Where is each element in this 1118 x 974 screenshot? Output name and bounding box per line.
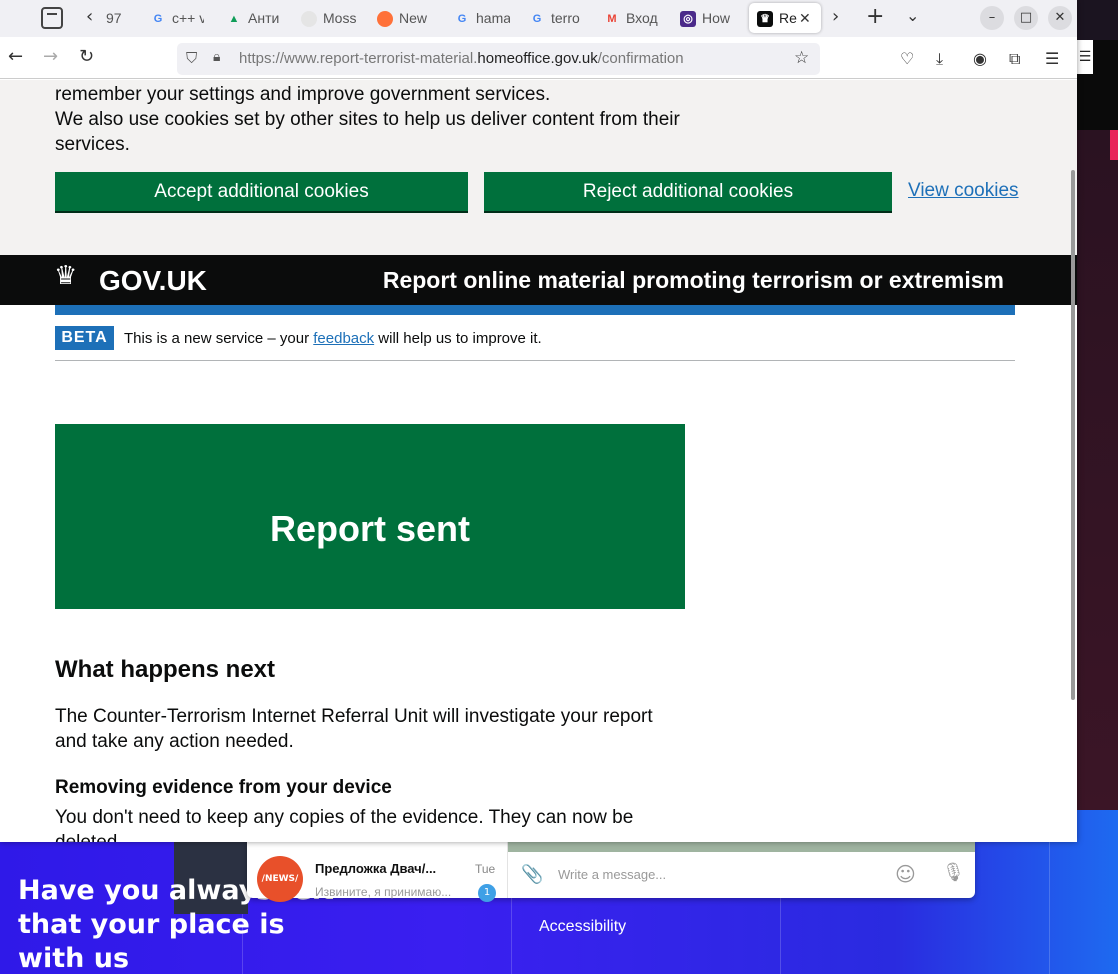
chat-name: Предложка Двач/... <box>315 861 437 876</box>
cookie-text-line: remember your settings and improve gover… <box>55 84 551 105</box>
download-icon[interactable]: ⤓ <box>936 49 943 69</box>
scrollbar[interactable] <box>1071 170 1075 700</box>
govuk-logo[interactable]: GOV.UK <box>99 265 207 297</box>
chevron-left-icon[interactable]: ‹ <box>86 6 93 27</box>
tab[interactable]: Moss <box>301 3 357 33</box>
phase-text: This is a new service – your feedback wi… <box>124 330 542 347</box>
back-icon[interactable]: ← <box>8 46 23 67</box>
tab-label: 97 <box>106 10 122 26</box>
close-window-icon[interactable]: ✕ <box>1048 6 1072 30</box>
lock-icon[interactable]: 🔒︎ <box>213 49 220 65</box>
cookie-banner: remember your settings and improve gover… <box>0 80 1077 255</box>
tab[interactable]: Gc++ v <box>150 3 204 33</box>
google-icon: G <box>153 13 163 26</box>
firefox-icon <box>377 11 393 28</box>
confirmation-title: Report sent <box>269 508 471 549</box>
tab[interactable]: Gterro <box>529 3 585 33</box>
tab-label: Re <box>779 10 797 26</box>
tab-label: hama <box>476 10 510 26</box>
chevron-right-icon[interactable]: › <box>832 6 839 27</box>
tab[interactable]: M Вход <box>604 3 662 33</box>
tab-label: c++ v <box>172 10 204 26</box>
gmail-icon: M <box>607 13 617 26</box>
cookie-text-line: We also use cookies set by other sites t… <box>55 109 680 130</box>
tab-active[interactable]: ♛ Re ✕ <box>749 3 821 33</box>
confirmation-panel: Report sent <box>55 424 685 609</box>
govuk-crown-icon: ♛ <box>757 11 773 28</box>
maximize-icon[interactable]: □ <box>1014 6 1038 30</box>
feedback-link[interactable]: feedback <box>313 330 374 347</box>
body-paragraph: You don't need to keep any copies of the… <box>55 807 634 842</box>
avatar: /NEWS/ <box>257 856 303 902</box>
background-panel <box>1077 130 1118 810</box>
tab-list-icon[interactable] <box>41 7 63 29</box>
url-prefix: https://www.report-terrorist-material. <box>239 50 478 67</box>
message-input[interactable]: Write a message... <box>558 867 666 882</box>
browser-window: ‹ 97 Gc++ v ▲ Анти Moss New Ghama Gterro … <box>0 0 1077 842</box>
emoji-icon[interactable]: ☺ <box>895 862 916 886</box>
pocket-icon[interactable]: ♡ <box>900 49 914 68</box>
hamburger-icon[interactable]: ☰ <box>1077 40 1093 74</box>
tab-label: Вход <box>626 10 658 26</box>
microphone-icon[interactable]: 🎙 <box>942 862 965 883</box>
close-tab-icon[interactable]: ✕ <box>799 3 811 33</box>
tab-label: How <box>702 10 731 26</box>
url-text[interactable]: https://www.report-terrorist-material.ho… <box>239 50 684 67</box>
cookie-text-line: services. <box>55 134 130 155</box>
body-paragraph: The Counter-Terrorism Internet Referral … <box>55 706 653 752</box>
google-icon: G <box>532 13 542 26</box>
new-tab-icon[interactable]: + <box>866 4 884 29</box>
accessibility-link[interactable]: Accessibility <box>539 918 626 936</box>
shield-icon[interactable]: ⛉ <box>186 49 197 67</box>
section-heading: What happens next <box>55 656 276 683</box>
url-bar[interactable]: ⛉ 🔒︎ https://www.report-terrorist-materi… <box>177 43 820 75</box>
tab-label: New <box>399 10 428 26</box>
phase-text-before: This is a new service – your <box>124 330 314 347</box>
extensions-icon[interactable]: ⧉ <box>1009 49 1020 69</box>
govuk-header: ♛ GOV.UK Report online material promotin… <box>0 255 1077 305</box>
chat-time: Tue <box>475 862 496 876</box>
tab[interactable]: 97 <box>106 3 128 33</box>
tab[interactable]: ▲ Анти <box>226 3 282 33</box>
url-path: /confirmation <box>597 50 684 67</box>
sub-heading: Removing evidence from your device <box>55 777 392 798</box>
reload-icon[interactable]: ↻ <box>79 46 94 67</box>
google-icon: G <box>457 13 467 26</box>
tab[interactable]: ◎ How <box>680 3 736 33</box>
tab-bar: ‹ 97 Gc++ v ▲ Анти Moss New Ghama Gterro … <box>0 0 1077 37</box>
page-viewport: remember your settings and improve gover… <box>0 80 1077 842</box>
tab-label: Анти <box>248 10 280 26</box>
tab-label: Moss <box>323 10 357 26</box>
chat-preview: Извините, я принимаю... <box>315 885 452 899</box>
navigation-bar: ← → ↻ ⛉ 🔒︎ https://www.report-terrorist-… <box>0 37 1077 79</box>
telegram-window: /NEWS/ Предложка Двач/... Tue Извините, … <box>247 840 975 902</box>
page-icon <box>301 11 317 28</box>
drive-icon: ▲ <box>228 13 240 26</box>
crown-icon: ♛ <box>54 261 78 291</box>
service-name[interactable]: Report online material promoting terrori… <box>383 267 1004 294</box>
tab[interactable]: Ghama <box>454 3 510 33</box>
tab-label: terro <box>551 10 580 26</box>
background-accent <box>1110 130 1118 160</box>
header-underline <box>55 305 1015 315</box>
minimize-icon[interactable]: – <box>980 6 1004 30</box>
phase-banner: BETA This is a new service – your feedba… <box>55 326 1015 361</box>
tab[interactable]: New <box>377 3 433 33</box>
account-icon[interactable]: ◉ <box>973 49 987 68</box>
phase-text-after: will help us to improve it. <box>374 330 542 347</box>
view-cookies-link[interactable]: View cookies <box>908 180 1019 202</box>
site-icon: ◎ <box>680 11 696 28</box>
menu-icon[interactable]: ☰ <box>1045 49 1059 68</box>
reject-cookies-button[interactable]: Reject additional cookies <box>484 172 892 211</box>
forward-icon[interactable]: → <box>43 46 58 67</box>
accept-cookies-button[interactable]: Accept additional cookies <box>55 172 468 211</box>
chevron-down-icon[interactable]: ⌄ <box>906 6 919 25</box>
bookmark-star-icon[interactable]: ☆ <box>794 48 809 68</box>
unread-badge: 1 <box>478 884 496 902</box>
url-domain: homeoffice.gov.uk <box>477 50 598 67</box>
paperclip-icon[interactable]: 📎 <box>521 864 543 885</box>
beta-tag: BETA <box>55 326 114 350</box>
chat-list-item[interactable]: /NEWS/ Предложка Двач/... Tue Извините, … <box>247 840 507 902</box>
